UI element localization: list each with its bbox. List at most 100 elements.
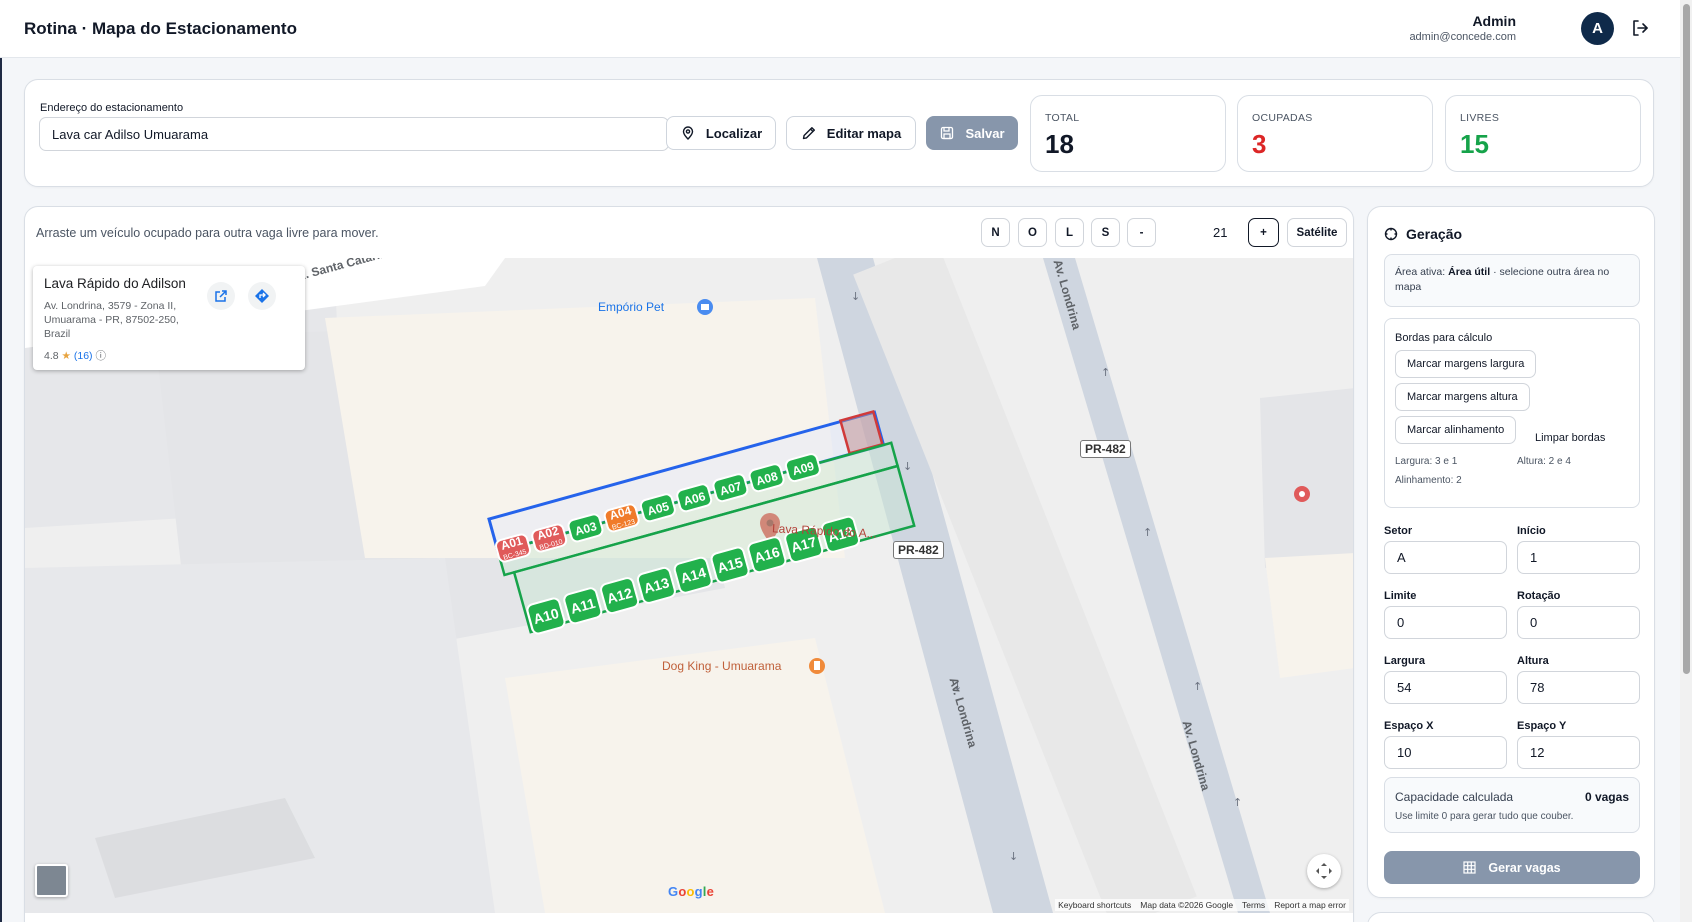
- scrollbar-thumb[interactable]: [1683, 4, 1690, 674]
- address-label: Endereço do estacionamento: [40, 102, 184, 114]
- directions-icon: [255, 289, 269, 303]
- rotate-north-button[interactable]: N: [981, 218, 1010, 247]
- capacity-value: 0 vagas: [1584, 790, 1629, 804]
- open-external-button[interactable]: [207, 282, 235, 310]
- satellite-thumbnail[interactable]: [35, 864, 68, 897]
- place-name: Lava Rápido do Adilson: [44, 276, 186, 291]
- stat-free-label: LIVRES: [1460, 112, 1500, 124]
- avatar[interactable]: A: [1581, 12, 1614, 45]
- largura-field[interactable]: [1384, 671, 1507, 704]
- mark-width-button[interactable]: Marcar margens largura: [1395, 350, 1537, 378]
- poi-emporio-pet[interactable]: Empório Pet: [598, 300, 664, 314]
- map-pin-icon: [682, 126, 694, 140]
- rotacao-label: Rotação: [1517, 590, 1561, 602]
- mark-height-button[interactable]: Marcar margens altura: [1395, 383, 1530, 411]
- rotate-east-button[interactable]: L: [1055, 218, 1084, 247]
- zoom-level: 21: [1213, 225, 1228, 240]
- active-area-name: Área útil: [1448, 266, 1491, 278]
- capacity-label: Capacidade calculada: [1395, 790, 1514, 804]
- user-name: Admin: [1472, 13, 1516, 29]
- report-error-link[interactable]: Report a map error: [1274, 900, 1346, 910]
- page-edge: [0, 58, 2, 922]
- route-shield-top: PR-482: [1080, 440, 1131, 458]
- grid-icon: [1463, 861, 1476, 874]
- rotate-south-button[interactable]: S: [1091, 218, 1120, 247]
- largura-label: Largura: [1384, 655, 1425, 667]
- pencil-icon: [802, 127, 815, 140]
- address-input[interactable]: [39, 117, 669, 151]
- generation-title: Geração: [1406, 226, 1463, 242]
- stat-occupied-value: 3: [1252, 129, 1267, 159]
- generation-icon: [1384, 227, 1398, 241]
- fullscreen-icon: [1316, 863, 1332, 879]
- locate-label: Localizar: [705, 125, 763, 141]
- save-button[interactable]: Salvar: [926, 116, 1018, 150]
- setor-label: Setor: [1384, 525, 1413, 537]
- active-area-prefix: Área ativa:: [1395, 266, 1446, 278]
- limite-field[interactable]: [1384, 606, 1507, 639]
- inicio-field[interactable]: [1517, 541, 1640, 574]
- borders-section: Bordas para cálculo Marcar margens largu…: [1384, 318, 1640, 508]
- edit-map-button[interactable]: Editar mapa: [786, 116, 916, 150]
- info-icon[interactable]: ⓘ: [95, 350, 106, 362]
- user-email: admin@concede.com: [1409, 31, 1516, 43]
- terms-link[interactable]: Terms: [1242, 900, 1265, 910]
- width-note: Largura: 3 e 1: [1395, 456, 1458, 467]
- logout-icon[interactable]: [1630, 18, 1650, 38]
- next-panel-card: [1367, 912, 1655, 922]
- stat-free-value: 15: [1460, 129, 1489, 159]
- poi-dog-king[interactable]: Dog King - Umuarama: [662, 659, 781, 673]
- espaco-y-label: Espaço Y: [1517, 720, 1567, 732]
- place-address: Av. Londrina, 3579 - Zona II, Umuarama -…: [44, 300, 179, 340]
- stat-total: TOTAL 18: [1030, 95, 1226, 172]
- mark-alignment-button[interactable]: Marcar alinhamento: [1395, 416, 1517, 444]
- route-shield-mid: PR-482: [893, 541, 944, 559]
- altura-label: Altura: [1517, 655, 1549, 667]
- edit-map-label: Editar mapa: [826, 125, 902, 141]
- stat-occupied: OCUPADAS 3: [1237, 95, 1433, 172]
- borders-title: Bordas para cálculo: [1395, 332, 1493, 344]
- place-info-card: Lava Rápido do Adilson Av. Londrina, 357…: [33, 266, 305, 370]
- stat-occupied-label: OCUPADAS: [1252, 112, 1313, 124]
- locate-button[interactable]: Localizar: [666, 116, 776, 150]
- generation-panel: Geração Área ativa: Área útil · selecion…: [1367, 206, 1655, 898]
- setor-field[interactable]: [1384, 541, 1507, 574]
- rotate-west-button[interactable]: O: [1018, 218, 1047, 247]
- alignment-note: Alinhamento: 2: [1395, 475, 1462, 486]
- map-card: Arraste um veículo ocupado para outra va…: [24, 206, 1354, 922]
- height-note: Altura: 2 e 4: [1517, 456, 1571, 467]
- map-data-text: Map data ©2026 Google: [1140, 900, 1234, 910]
- keyboard-shortcuts-link[interactable]: Keyboard shortcuts: [1058, 900, 1131, 910]
- stat-free: LIVRES 15: [1445, 95, 1641, 172]
- generate-label: Gerar vagas: [1488, 860, 1561, 875]
- directions-button[interactable]: [248, 282, 276, 310]
- star-icon: ★: [61, 350, 71, 362]
- espaco-x-field[interactable]: [1384, 736, 1507, 769]
- altura-field[interactable]: [1517, 671, 1640, 704]
- top-bar: Rotina · Mapa do Estacionamento Admin ad…: [0, 0, 1692, 58]
- map-footer: Keyboard shortcuts Map data ©2026 Google…: [1055, 899, 1349, 911]
- clear-borders-button[interactable]: Limpar bordas: [1535, 432, 1605, 444]
- capacity-box: Capacidade calculada 0 vagas Use limite …: [1384, 777, 1640, 833]
- app-title: Rotina · Mapa do Estacionamento: [24, 19, 297, 38]
- map-hint: Arraste um veículo ocupado para outra va…: [36, 226, 379, 240]
- satellite-button[interactable]: Satélite: [1287, 218, 1347, 247]
- save-label: Salvar: [965, 125, 1005, 141]
- generate-spots-button[interactable]: Gerar vagas: [1384, 851, 1640, 884]
- review-count[interactable]: (16): [74, 350, 93, 362]
- fullscreen-button[interactable]: [1307, 854, 1341, 888]
- address-card: Endereço do estacionamento Localizar Edi…: [24, 79, 1654, 187]
- espaco-x-label: Espaço X: [1384, 720, 1434, 732]
- map-canvas[interactable]: ↓ ↓ ↓ ↓ ↑ ↑ ↑ ↑ A01 BC-345 A02 BD-010 A03 A04 BC-123…: [25, 258, 1353, 913]
- stat-total-label: TOTAL: [1045, 112, 1080, 124]
- rotacao-field[interactable]: [1517, 606, 1640, 639]
- place-rating: 4.8 ★ (16) ⓘ: [44, 348, 106, 363]
- zoom-out-button[interactable]: -: [1127, 218, 1156, 247]
- save-icon: [941, 126, 954, 140]
- stat-total-value: 18: [1045, 129, 1074, 159]
- external-link-icon: [215, 290, 227, 302]
- limite-label: Limite: [1384, 590, 1417, 602]
- inicio-label: Início: [1517, 525, 1546, 537]
- zoom-in-button[interactable]: +: [1248, 218, 1279, 247]
- espaco-y-field[interactable]: [1517, 736, 1640, 769]
